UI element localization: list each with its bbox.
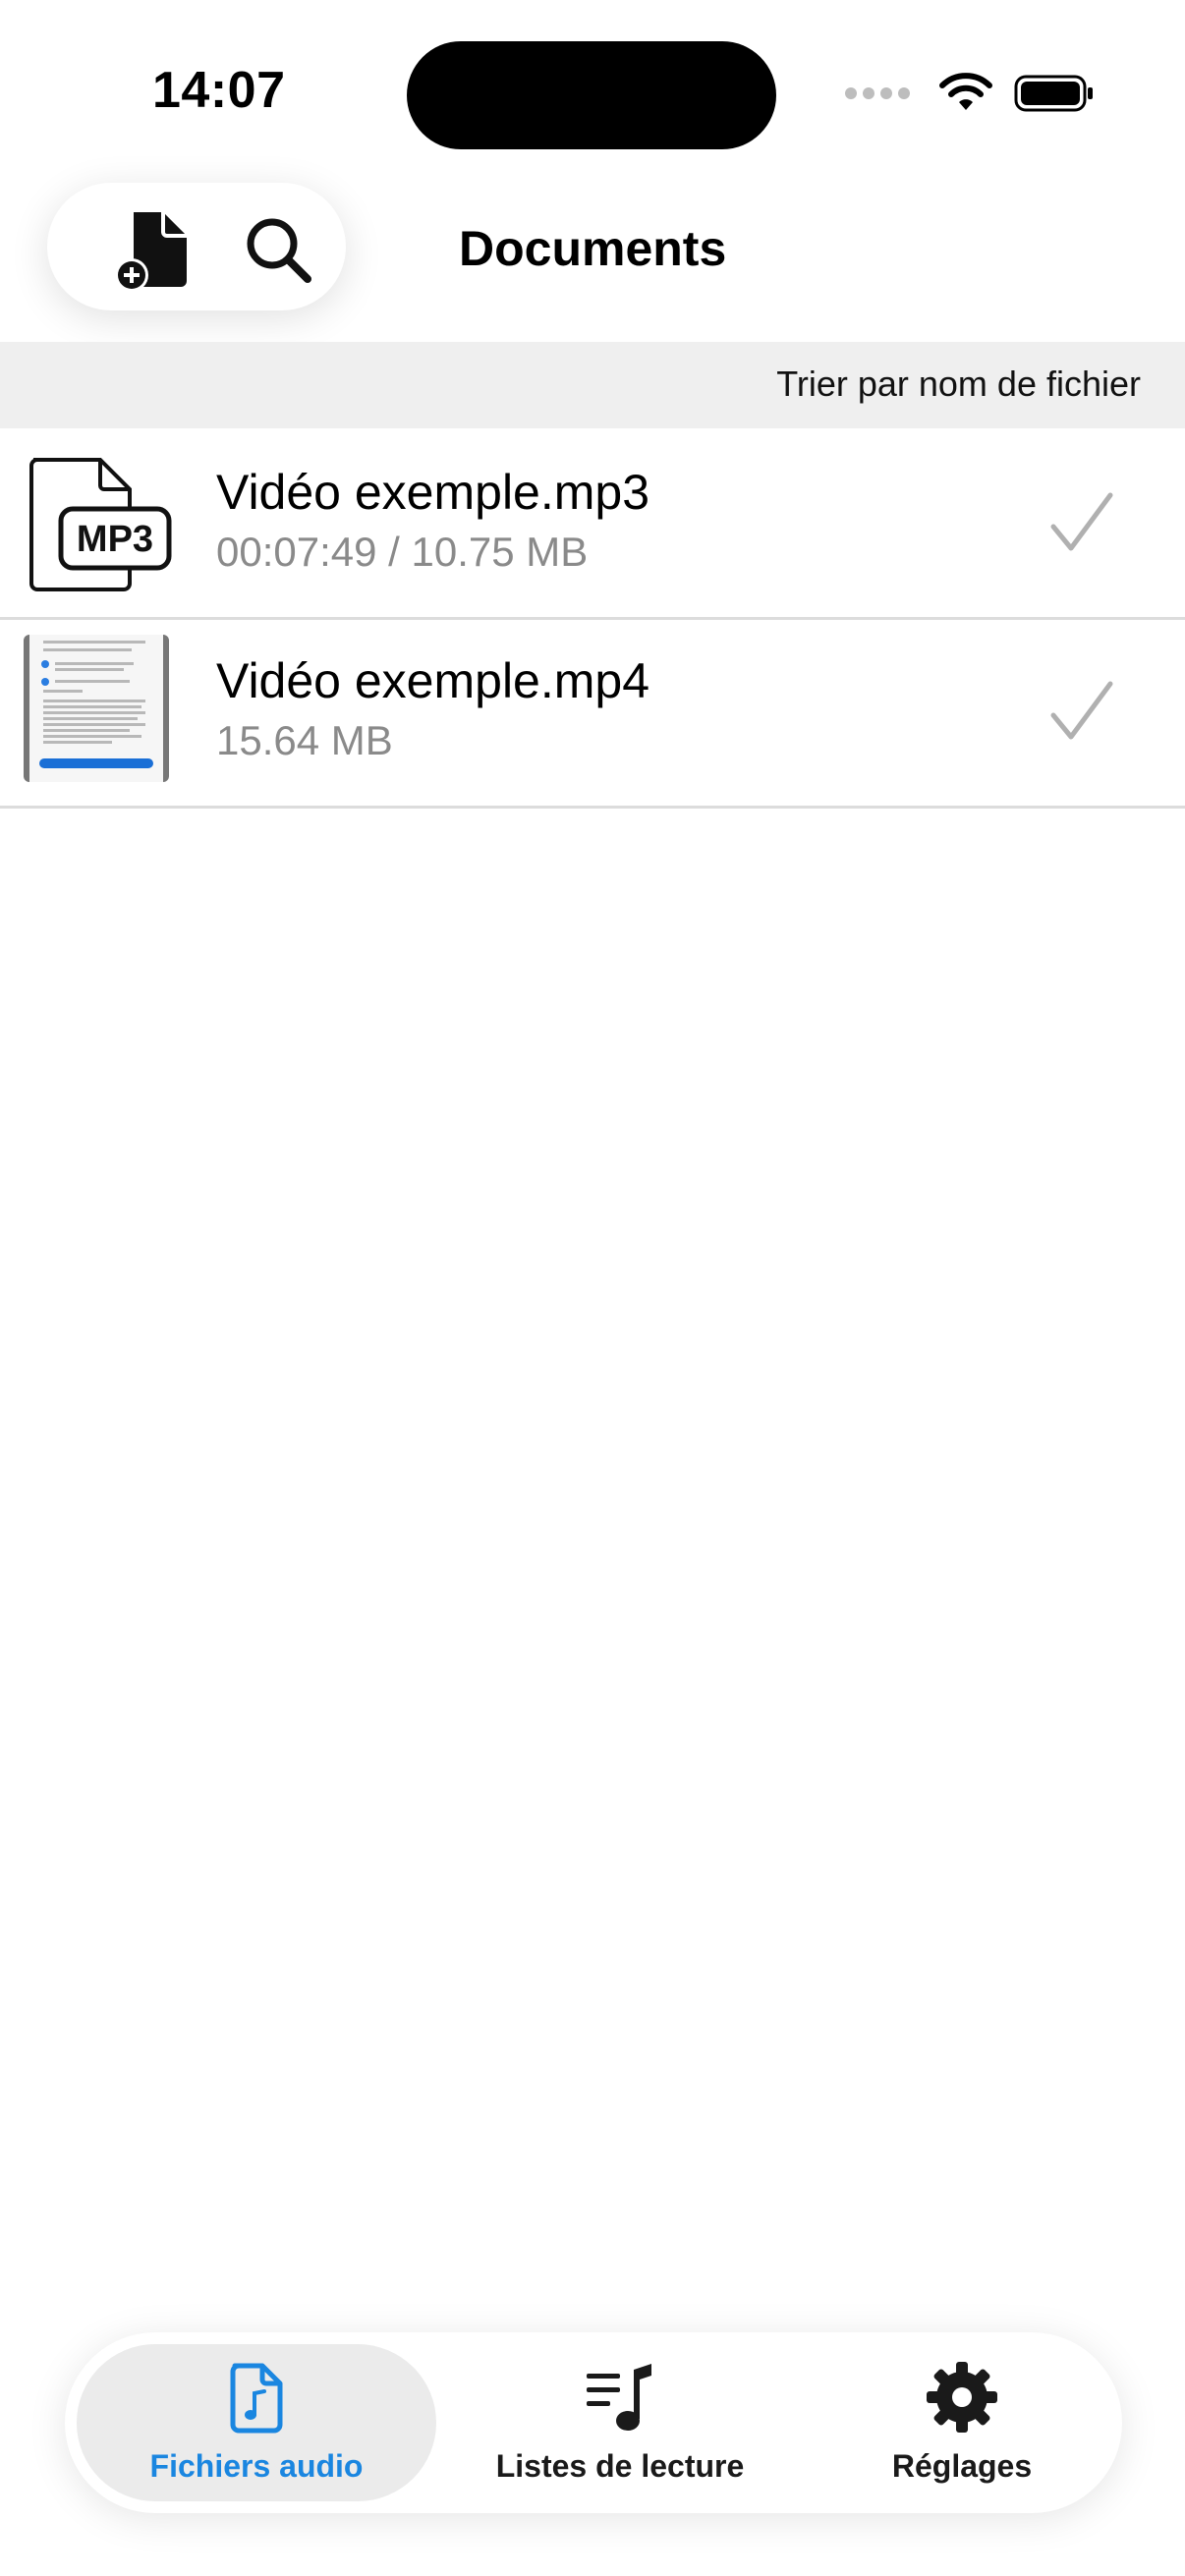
video-thumbnail <box>24 635 169 782</box>
file-name: Vidéo exemple.mp4 <box>216 653 650 708</box>
wifi-icon <box>939 73 992 110</box>
file-meta: 15.64 MB <box>216 717 393 763</box>
tab-label: Réglages <box>891 2448 1033 2484</box>
svg-text:MP3: MP3 <box>77 519 153 560</box>
tab-audio-files[interactable]: Fichiers audio <box>77 2344 436 2501</box>
status-indicators <box>845 69 1095 118</box>
sort-button[interactable]: Trier par nom de fichier <box>776 364 1141 405</box>
file-row[interactable]: MP3 Vidéo exemple.mp3 00:07:49 / 10.75 M… <box>0 430 1185 620</box>
mp3-file-icon: MP3 <box>29 458 172 591</box>
status-time: 14:07 <box>152 62 286 119</box>
page-title: Documents <box>459 221 727 276</box>
search-icon[interactable] <box>239 210 317 289</box>
cellular-signal-icon <box>845 87 910 99</box>
audio-file-icon <box>230 2363 283 2434</box>
file-name: Vidéo exemple.mp3 <box>216 465 650 520</box>
battery-icon <box>1014 75 1093 112</box>
tab-label: Fichiers audio <box>149 2448 364 2484</box>
tab-playlists[interactable]: Listes de lecture <box>458 2344 782 2501</box>
file-row[interactable]: Vidéo exemple.mp4 15.64 MB <box>0 619 1185 809</box>
file-meta: 00:07:49 / 10.75 MB <box>216 529 589 575</box>
gear-icon <box>927 2362 997 2433</box>
add-document-icon[interactable] <box>106 204 195 293</box>
tab-settings[interactable]: Réglages <box>800 2344 1124 2501</box>
checkmark-icon <box>1050 681 1113 740</box>
tab-label: Listes de lecture <box>495 2448 745 2484</box>
tab-bar: Fichiers audio Listes de lecture Réglage… <box>65 2332 1122 2513</box>
checkmark-icon <box>1050 492 1113 551</box>
dynamic-island <box>407 41 776 149</box>
header-toolbar <box>47 183 346 310</box>
sort-bar: Trier par nom de fichier <box>0 342 1185 428</box>
playlist-icon <box>587 2364 651 2431</box>
